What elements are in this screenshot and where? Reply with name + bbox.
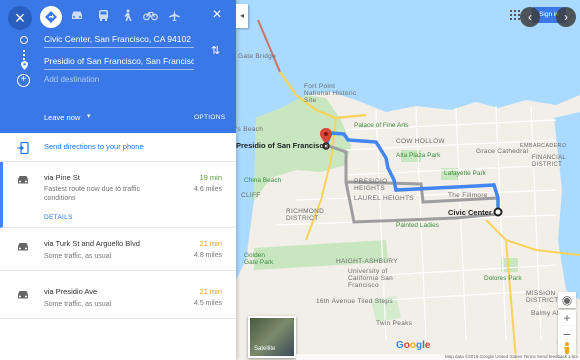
bike-icon[interactable] <box>140 5 160 25</box>
map-label: 's Beach <box>236 126 264 133</box>
map-graphics <box>236 0 580 360</box>
google-logo: Google <box>396 340 431 351</box>
route-title: via Turk St and Arguello Blvd <box>44 239 140 248</box>
route-option-2[interactable]: via Turk St and Arguello Blvd Some traff… <box>0 228 236 271</box>
close-icon[interactable]: × <box>208 6 226 24</box>
map-label: EMBARCADERO <box>520 143 567 149</box>
map-label: FINANCIAL DISTRICT <box>532 155 566 168</box>
zoom-in-button[interactable]: + <box>558 310 576 326</box>
map-label: Grace Cathedral <box>476 148 529 155</box>
chevron-down-icon[interactable]: ▾ <box>87 112 91 120</box>
route-option-3[interactable]: via Presidio Ave Some traffic, as usual … <box>0 276 236 319</box>
route-option-1[interactable]: via Pine St Fastest route now due to tra… <box>0 162 236 228</box>
route-title: via Pine St <box>44 173 80 182</box>
destination-label: Presidio of San Francisco <box>236 141 329 150</box>
add-destination-icon[interactable]: + <box>17 74 30 87</box>
map-label: The Fillmore <box>448 192 488 199</box>
route-distance: 4.8 miles <box>193 252 222 259</box>
origin-label: Civic Center <box>448 208 492 217</box>
origin-dot-icon <box>20 36 28 44</box>
collapse-panel-button[interactable]: ◂ <box>236 4 248 28</box>
details-link[interactable]: DETAILS <box>44 214 73 221</box>
origin-marker-icon[interactable] <box>493 207 503 217</box>
route-subtitle: Fastest route now due to traffic conditi… <box>44 186 140 202</box>
map-label: China Beach <box>244 177 282 184</box>
directions-panel: × × Civic Center, San Francisco, CA 9410… <box>0 0 236 360</box>
map-label: HAIGHT-ASHBURY <box>336 258 398 265</box>
map-label: Lafayette Park <box>444 170 486 177</box>
route-subtitle: Some traffic, as usual <box>44 301 112 308</box>
destination-pin-icon <box>21 57 28 70</box>
walk-icon[interactable] <box>117 5 137 25</box>
origin-input[interactable]: Civic Center, San Francisco, CA 94102 <box>44 31 194 48</box>
route-subtitle: Some traffic, as usual <box>44 253 112 260</box>
send-to-phone-icon <box>17 141 29 155</box>
route-distance: 4.5 miles <box>193 300 222 307</box>
map-label: Palace of Fine Arts <box>354 122 409 129</box>
map-label: Painted Ladies <box>396 222 440 229</box>
route-time: 21 min <box>199 287 222 296</box>
map-label: LAUREL HEIGHTS <box>354 195 414 202</box>
car-icon[interactable] <box>67 5 87 25</box>
route-time: 21 min <box>199 239 222 248</box>
map-label: CLIFF <box>241 192 261 199</box>
map-label: Twin Peaks <box>376 320 413 327</box>
route-title: via Presidio Ave <box>44 287 98 296</box>
car-icon <box>16 239 30 251</box>
best-route-mode-icon[interactable] <box>40 6 62 28</box>
send-to-phone-row[interactable]: Send directions to your phone <box>0 133 236 162</box>
map-label: PRESIDIO HEIGHTS <box>354 178 388 192</box>
flight-icon[interactable] <box>164 5 184 25</box>
apps-grid-icon[interactable] <box>510 10 520 20</box>
map-label: Gate Bridge <box>238 53 276 60</box>
car-icon <box>16 172 30 184</box>
options-button[interactable]: OPTIONS <box>194 114 225 121</box>
my-location-icon[interactable]: ◉ <box>558 292 576 308</box>
map-label: Alta Plaza Park <box>396 152 441 159</box>
map-canvas[interactable]: Gate Bridge Fort Point National Historic… <box>236 0 580 360</box>
map-label: University of California San Francisco <box>348 268 394 289</box>
leave-now-dropdown[interactable]: Leave now <box>44 113 80 122</box>
map-label: COW HOLLOW <box>396 138 445 145</box>
send-to-phone-label[interactable]: Send directions to your phone <box>44 142 144 151</box>
satellite-label: Satellite <box>254 346 276 352</box>
destination-input[interactable]: Presidio of San Francisco, San Francisco <box>44 53 194 70</box>
swap-icon[interactable]: ⇅ <box>211 44 220 57</box>
back-arrow-icon[interactable]: ‹ <box>520 7 540 27</box>
route-time: 19 min <box>199 173 222 182</box>
map-label: Fort Point National Historic Site <box>304 83 357 104</box>
transit-icon[interactable] <box>93 5 113 25</box>
satellite-toggle[interactable]: Satellite <box>248 316 296 358</box>
close-directions-icon[interactable]: × <box>8 6 32 30</box>
forward-arrow-icon[interactable]: › <box>556 7 576 27</box>
map-label: RICHMOND DISTRICT <box>286 208 325 222</box>
directions-header: × × Civic Center, San Francisco, CA 9410… <box>0 0 236 133</box>
map-label: 16th Avenue Tiled Steps <box>316 298 393 305</box>
travel-mode-bar: × × <box>0 0 236 30</box>
route-distance: 4.6 miles <box>193 186 222 193</box>
map-label: Dolores Park <box>484 275 522 282</box>
add-destination-field[interactable]: Add destination <box>44 75 99 84</box>
map-attribution: Map data ©2018 Google United States Term… <box>296 354 580 360</box>
car-icon <box>16 287 30 299</box>
map-label: Golden Gate Park <box>244 252 274 266</box>
